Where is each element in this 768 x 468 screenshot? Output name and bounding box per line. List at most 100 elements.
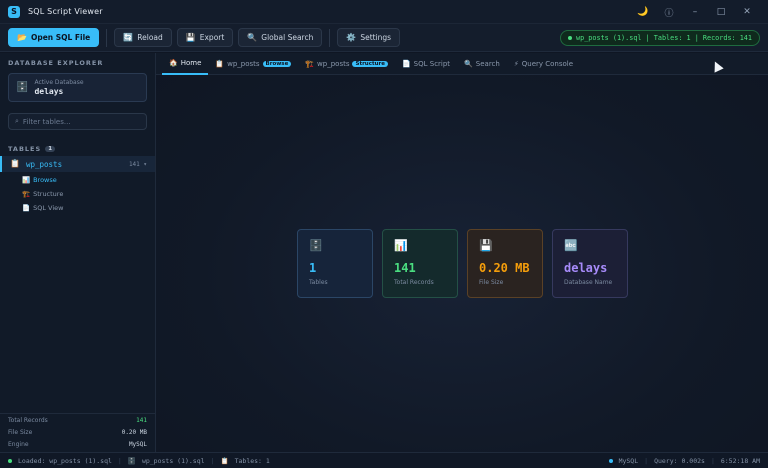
table-sql-view-link[interactable]: 📄 SQL View (22, 204, 63, 212)
file-status-pill: wp_posts (1).sql | Tables: 1 | Records: … (560, 30, 760, 46)
tab-wp-posts-browse[interactable]: 📋 wp_posts Browse (208, 53, 298, 75)
export-label: Export (199, 33, 225, 42)
export-icon: 💾 (185, 32, 196, 42)
global-search-label: Global Search (261, 33, 314, 42)
reload-button[interactable]: 🔄 Reload (114, 28, 172, 47)
card-file-size: 💾 0.20 MB File Size (467, 229, 543, 298)
tables-count-text: Tables: 1 (234, 456, 270, 465)
card-value: 1 (309, 261, 317, 275)
home-icon: 🏠 (169, 58, 178, 67)
status-dot-icon (568, 36, 573, 40)
table-name: wp_posts (25, 159, 63, 169)
stat-file-size: File Size 0.20 MB (8, 429, 147, 436)
search-icon: ⌕ (15, 117, 19, 125)
structure-icon: 🏗️ (305, 59, 315, 68)
loaded-dot-icon (8, 458, 12, 463)
document-icon: 📄 (401, 59, 411, 68)
status-bar: Loaded: wp_posts (1).sql | 🗄️ wp_posts (… (0, 452, 768, 468)
open-sql-file-label: Open SQL File (30, 33, 91, 42)
reload-icon: 🔄 (123, 32, 134, 42)
database-icon: 🗄️ (309, 239, 323, 252)
search-icon: 🔍 (247, 32, 258, 42)
card-label: Tables (309, 279, 328, 286)
table-icon: 📋 (220, 456, 229, 465)
tab-query-console[interactable]: ⚡ Query Console (507, 53, 580, 75)
active-database-label: Active Database (34, 79, 84, 86)
stat-engine: Engine MySQL (8, 441, 147, 448)
browse-icon: 📊 (22, 176, 31, 184)
stat-total-records: Total Records 141 (8, 417, 147, 424)
lightning-icon: ⚡ (513, 59, 519, 68)
structure-tag: Structure (352, 60, 388, 67)
sidebar: DATABASE EXPLORER 🗄️ Active Database del… (0, 53, 156, 452)
tables-header-label: TABLES (8, 145, 42, 153)
card-value: 141 (394, 261, 416, 275)
card-total-records: 📊 141 Total Records (382, 229, 458, 298)
card-value: delays (564, 261, 608, 275)
close-button[interactable]: ✕ (734, 7, 760, 17)
title-bar: S SQL Script Viewer 🌙 ⓘ – □ ✕ (0, 0, 768, 24)
folder-icon: 📂 (17, 32, 27, 42)
card-label: Database Name (564, 279, 613, 286)
sidebar-header: DATABASE EXPLORER (8, 59, 104, 67)
app-title: SQL Script Viewer (28, 7, 103, 16)
browse-tag: Browse (262, 60, 292, 67)
query-time-text: Query: 0.002s (654, 456, 705, 465)
theme-toggle-icon[interactable]: 🌙 (630, 7, 656, 17)
table-structure-link[interactable]: 🏗️ Structure (22, 190, 63, 198)
tab-wp-posts-structure[interactable]: 🏗️ wp_posts Structure (298, 53, 395, 75)
table-icon: 📋 (215, 59, 225, 68)
toolbar-divider (329, 28, 331, 47)
global-search-button[interactable]: 🔍 Global Search (238, 28, 323, 47)
active-database-name: delays (34, 87, 64, 96)
filter-tables-input[interactable] (22, 117, 133, 126)
tab-sql-script[interactable]: 📄 SQL Script (395, 53, 457, 75)
sidebar-stats: Total Records 141 File Size 0.20 MB Engi… (0, 413, 155, 452)
clock-text: 6:52:18 AM (720, 456, 760, 465)
abc-icon: 🔤 (564, 239, 578, 252)
floppy-disk-icon: 💾 (479, 239, 493, 252)
main-panel: 🏠 Home 📋 wp_posts Browse 🏗️ wp_posts Str… (156, 53, 768, 452)
filter-tables-field[interactable]: ⌕ (8, 113, 147, 130)
card-tables: 🗄️ 1 Tables (297, 229, 373, 298)
open-sql-file-button[interactable]: 📂 Open SQL File (8, 28, 100, 47)
gear-icon: ⚙️ (346, 32, 357, 42)
export-button[interactable]: 💾 Export (176, 28, 234, 47)
info-icon[interactable]: ⓘ (656, 6, 682, 19)
tab-search[interactable]: 🔍 Search (457, 53, 507, 75)
table-browse-link[interactable]: 📊 Browse (22, 176, 57, 184)
file-status-text: wp_posts (1).sql | Tables: 1 | Records: … (576, 34, 752, 42)
toolbar: 📂 Open SQL File 🔄 Reload 💾 Export 🔍 Glob… (0, 24, 768, 52)
table-record-count: 141 ▾ (128, 160, 147, 168)
table-item-wp-posts[interactable]: 📋 wp_posts 141 ▾ (0, 156, 155, 172)
card-value: 0.20 MB (479, 261, 530, 275)
card-database-name: 🔤 delays Database Name (552, 229, 628, 298)
tables-count-badge: 1 (45, 146, 56, 152)
search-icon: 🔍 (464, 59, 473, 68)
toolbar-divider (106, 28, 108, 47)
loaded-file-text: Loaded: wp_posts (1).sql (18, 456, 112, 465)
structure-icon: 🏗️ (22, 190, 31, 198)
summary-cards: 🗄️ 1 Tables 📊 141 Total Records 💾 0.20 M… (297, 229, 628, 298)
card-label: File Size (479, 279, 504, 286)
card-label: Total Records (394, 279, 434, 286)
maximize-button[interactable]: □ (708, 7, 734, 17)
tab-bar: 🏠 Home 📋 wp_posts Browse 🏗️ wp_posts Str… (156, 53, 768, 75)
settings-button[interactable]: ⚙️ Settings (337, 28, 401, 47)
minimize-button[interactable]: – (682, 7, 708, 17)
settings-label: Settings (360, 33, 392, 42)
structure-label: Structure (33, 190, 64, 198)
browse-label: Browse (33, 176, 57, 184)
engine-text: MySQL (618, 456, 639, 465)
database-icon: 🗄️ (16, 81, 29, 93)
app-logo-icon: S (8, 5, 20, 18)
current-file-text: wp_posts (1).sql (141, 456, 205, 465)
tab-home[interactable]: 🏠 Home (162, 53, 209, 75)
reload-label: Reload (137, 33, 163, 42)
database-icon: 🗄️ (127, 456, 136, 465)
bar-chart-icon: 📊 (394, 239, 408, 252)
active-database-card[interactable]: 🗄️ Active Database delays (8, 73, 147, 102)
document-icon: 📄 (22, 204, 31, 212)
table-icon: 📋 (10, 159, 20, 168)
sql-view-label: SQL View (33, 204, 64, 212)
